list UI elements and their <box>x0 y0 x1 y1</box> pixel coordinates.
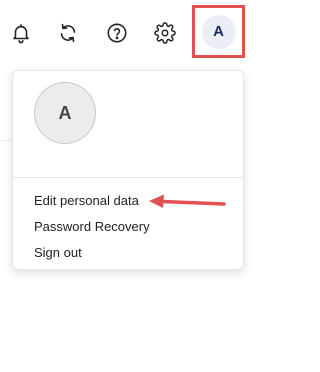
menu-divider <box>13 177 243 178</box>
profile-avatar: A <box>34 82 96 144</box>
screen: A A Edit personal data Password Recovery… <box>0 0 255 372</box>
avatar-button[interactable]: A <box>201 14 236 49</box>
help-icon[interactable] <box>103 19 131 47</box>
background-divider <box>0 140 12 141</box>
menu-item-password-recovery[interactable]: Password Recovery <box>34 218 150 236</box>
top-bar: A <box>0 0 255 62</box>
sync-icon[interactable] <box>54 19 82 47</box>
menu-item-edit-personal-data[interactable]: Edit personal data <box>34 192 139 210</box>
bell-icon[interactable] <box>7 19 35 47</box>
gear-icon[interactable] <box>151 19 179 47</box>
account-dropdown-menu: A Edit personal data Password Recovery S… <box>12 70 244 270</box>
avatar-highlight-box: A <box>192 5 245 58</box>
menu-item-sign-out[interactable]: Sign out <box>34 244 82 262</box>
annotation-arrow <box>149 194 226 208</box>
